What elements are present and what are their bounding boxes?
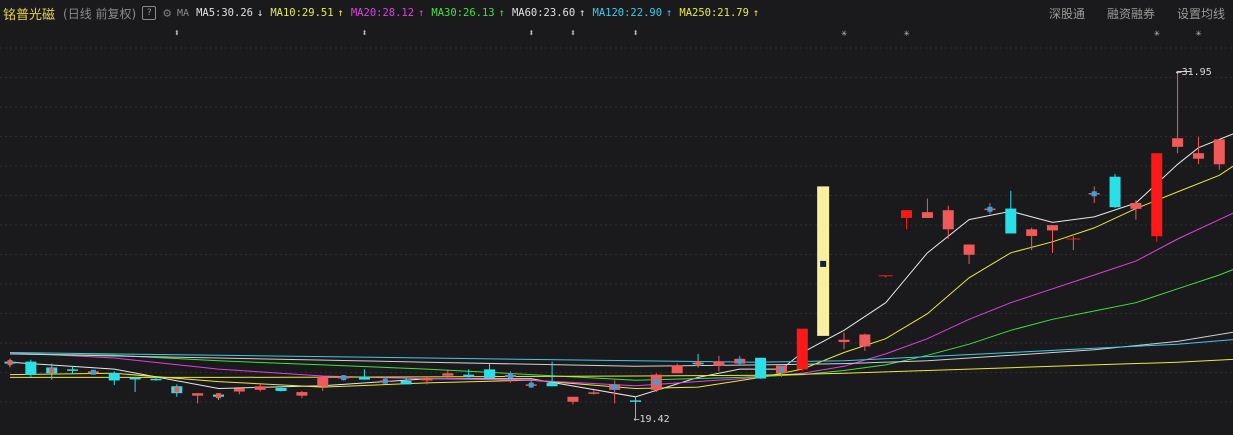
- candle-body: [1109, 176, 1121, 208]
- candle-marker: [7, 360, 13, 366]
- candle-body: [463, 374, 475, 377]
- candle-body: [567, 396, 579, 402]
- candle-body: [671, 365, 683, 374]
- candle-body: [296, 392, 308, 396]
- candle-body: [1172, 138, 1184, 147]
- candle-body: [67, 369, 79, 371]
- candle-body: [1005, 208, 1017, 234]
- event-mark: ✳: [904, 28, 910, 39]
- candle-body: [1213, 139, 1225, 165]
- candle-body: [859, 334, 871, 347]
- candle-body: [358, 376, 370, 380]
- candle-marker: [216, 393, 221, 399]
- candle-body: [1047, 225, 1058, 231]
- candle-marker: [737, 358, 743, 364]
- candle-body: [150, 378, 162, 381]
- ma-line-ma120: [9, 339, 1233, 363]
- candle-marker: [820, 260, 827, 267]
- candle-body: [921, 212, 933, 218]
- candle-marker: [341, 375, 347, 381]
- candle-marker: [174, 387, 180, 393]
- candle-body: [588, 392, 600, 394]
- candle-body: [275, 387, 287, 391]
- candle-body: [192, 393, 204, 396]
- candle-marker: [778, 366, 784, 372]
- candle-body: [942, 210, 954, 230]
- event-mark: ⬍: [361, 28, 367, 39]
- candle-marker: [612, 384, 618, 390]
- candle-body: [421, 377, 433, 381]
- event-mark: ⬍: [174, 28, 180, 39]
- candlestick-chart[interactable]: ⬍ ⬍ ⬍ ⬍ ⬍ ✳ ✳ ✳ ✳ ←31.95 ←19.42: [0, 0, 1233, 435]
- candle-body: [1151, 153, 1163, 237]
- candle-marker: [90, 369, 96, 375]
- candle-body: [129, 377, 141, 380]
- candle-body: [630, 400, 641, 402]
- candle-body: [233, 388, 245, 392]
- event-mark: ⬍: [528, 28, 534, 39]
- ma-line-ma5: [9, 133, 1233, 398]
- candle-marker: [49, 367, 55, 373]
- candle-body: [1026, 229, 1038, 236]
- candle-body: [546, 382, 558, 387]
- event-mark: ⬍: [570, 28, 576, 39]
- candle-body: [108, 372, 120, 381]
- candle-marker: [1091, 191, 1097, 197]
- candle-marker: [528, 382, 534, 388]
- candle-body: [400, 381, 412, 385]
- ma-line-ma30: [9, 269, 1233, 381]
- high-price-label: ←31.95: [1176, 67, 1212, 78]
- candle-body: [963, 244, 975, 255]
- candle-body: [254, 386, 266, 390]
- low-price-label: ←19.42: [634, 414, 670, 425]
- candle-marker: [695, 360, 701, 366]
- candle-marker: [653, 379, 659, 385]
- candle-marker: [507, 373, 513, 379]
- event-mark: ⬍: [632, 28, 638, 39]
- candle-body: [796, 328, 808, 370]
- candle-body: [755, 357, 767, 379]
- event-mark: ✳: [1195, 28, 1201, 39]
- candle-body: [1130, 203, 1142, 209]
- candle-body: [901, 210, 913, 218]
- candle-body: [484, 369, 496, 378]
- candle-body: [317, 376, 329, 387]
- candle-marker: [987, 206, 993, 212]
- candle-marker: [382, 378, 388, 384]
- candle-body: [25, 361, 37, 375]
- event-mark: ✳: [841, 28, 847, 39]
- candle-body: [838, 339, 850, 342]
- candle-body: [1192, 153, 1204, 159]
- event-mark: ✳: [1154, 28, 1160, 39]
- candle-body: [713, 361, 725, 366]
- candle-body: [442, 373, 454, 376]
